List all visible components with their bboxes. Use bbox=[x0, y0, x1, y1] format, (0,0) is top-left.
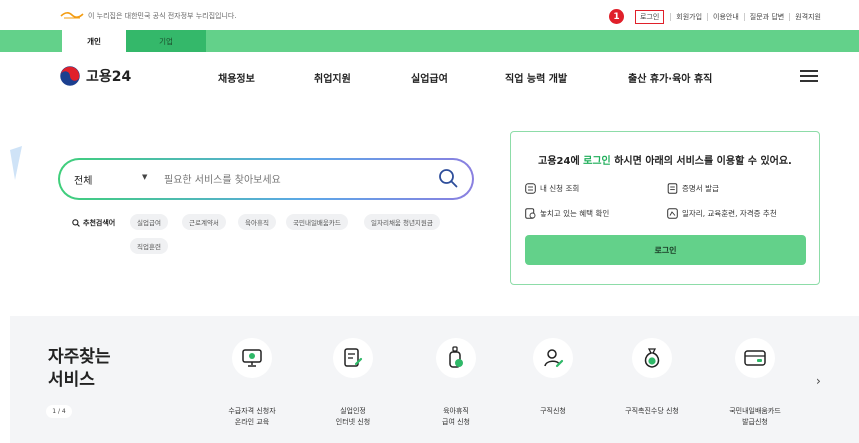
divider bbox=[707, 13, 709, 21]
menu-jobs[interactable]: 채용정보 bbox=[218, 70, 255, 85]
login-benefit-item: 증명서 발급 bbox=[667, 183, 719, 194]
keyword-chip[interactable]: 직업훈련 bbox=[130, 238, 168, 254]
brand-name: 고용24 bbox=[86, 69, 132, 85]
service-job-application[interactable]: 구직신청 bbox=[513, 338, 593, 417]
tab-business[interactable]: 기업 bbox=[126, 30, 206, 52]
search-scope-select[interactable]: 전체 bbox=[74, 172, 92, 187]
menu-unemployment-benefit[interactable]: 실업급여 bbox=[411, 70, 448, 85]
hamburger-menu-icon[interactable] bbox=[800, 70, 818, 82]
search-box: 전체 ▼ 필요한 서비스를 찾아보세요 bbox=[58, 158, 474, 200]
decorative-shape bbox=[10, 146, 22, 180]
keyword-chip[interactable]: 국민내일배움카드 bbox=[286, 214, 348, 230]
step-marker: 1 bbox=[609, 9, 624, 24]
login-card-title: 고용24에 로그인 하시면 아래의 서비스를 이용할 수 있어요. bbox=[538, 156, 792, 167]
login-benefit-item: 내 신청 조회 bbox=[525, 183, 579, 194]
frequent-services: 자주찾는 서비스 1 / 4 수급자격 신청자 온라인 교육 실업인정 인터넷 … bbox=[10, 316, 859, 443]
monitor-play-icon bbox=[242, 349, 262, 367]
keyword-chip[interactable]: 육아휴직 bbox=[238, 214, 276, 230]
login-card: 고용24에 로그인 하시면 아래의 서비스를 이용할 수 있어요. 내 신청 조… bbox=[510, 131, 820, 285]
search-input[interactable]: 필요한 서비스를 찾아보세요 bbox=[164, 171, 281, 186]
menu-vocational-training[interactable]: 직업 능력 개발 bbox=[505, 70, 567, 85]
benefit-check-icon bbox=[525, 208, 536, 219]
menu-employment-support[interactable]: 취업지원 bbox=[314, 70, 351, 85]
baby-bottle-icon bbox=[449, 346, 463, 368]
certificate-icon bbox=[667, 183, 678, 194]
search-icon bbox=[72, 219, 80, 227]
util-remote-link[interactable]: 원격지원 bbox=[795, 12, 821, 22]
caret-down-icon[interactable]: ▼ bbox=[142, 173, 147, 181]
keyword-chip[interactable]: 근로계약서 bbox=[182, 214, 226, 230]
login-button[interactable]: 로그인 bbox=[525, 235, 806, 265]
login-benefit-item: 놓치고 있는 혜택 확인 bbox=[525, 208, 609, 219]
gov-bar: 이 누리집은 대한민국 공식 전자정부 누리집입니다. 로그인 회원가입 이용안… bbox=[0, 0, 859, 30]
login-benefit-item: 일자리, 교육훈련, 자격증 추천 bbox=[667, 208, 777, 219]
keyword-chip[interactable]: 일자리채움 청년지원금 bbox=[364, 214, 440, 230]
recommended-title-label: 추천검색어 bbox=[83, 219, 116, 227]
services-pager: 1 / 4 bbox=[46, 405, 72, 418]
recommended-title: 추천검색어 bbox=[72, 218, 115, 228]
divider bbox=[670, 13, 672, 21]
taegeuk-logo-icon bbox=[60, 66, 80, 86]
card-icon bbox=[744, 350, 766, 366]
document-pen-icon bbox=[344, 348, 363, 367]
services-title: 자주찾는 서비스 bbox=[48, 347, 111, 390]
money-bag-icon bbox=[644, 348, 660, 368]
gov-notice: 이 누리집은 대한민국 공식 전자정부 누리집입니다. bbox=[88, 12, 237, 20]
person-pen-icon bbox=[544, 349, 564, 368]
brand-logo[interactable]: 고용24 bbox=[60, 66, 131, 86]
util-guide-link[interactable]: 이용안내 bbox=[713, 12, 739, 22]
util-qna-link[interactable]: 질문과 답변 bbox=[750, 12, 784, 22]
gov-emblem-icon bbox=[60, 12, 84, 19]
service-learning-card[interactable]: 국민내일배움카드 발급신청 bbox=[715, 338, 795, 427]
tab-personal[interactable]: 개인 bbox=[62, 30, 126, 52]
service-parental-leave-benefit[interactable]: 육아휴직 급여 신청 bbox=[416, 338, 496, 427]
util-nav: 로그인 회원가입 이용안내 질문과 답변 원격지원 bbox=[634, 10, 821, 24]
service-unemployment-recognition[interactable]: 실업인정 인터넷 신청 bbox=[313, 338, 393, 427]
service-online-education[interactable]: 수급자격 신청자 온라인 교육 bbox=[212, 338, 292, 427]
search-icon[interactable] bbox=[438, 168, 458, 188]
service-job-promotion-allowance[interactable]: 구직촉진수당 신청 bbox=[612, 338, 692, 417]
chevron-right-icon[interactable]: › bbox=[816, 374, 821, 388]
recommend-icon bbox=[667, 208, 678, 219]
divider bbox=[789, 13, 791, 21]
keyword-chip[interactable]: 실업급여 bbox=[130, 214, 168, 230]
divider bbox=[743, 13, 745, 21]
util-signup-link[interactable]: 회원가입 bbox=[676, 12, 702, 22]
list-icon bbox=[525, 183, 536, 194]
util-login-link[interactable]: 로그인 bbox=[634, 10, 665, 24]
menu-parental-leave[interactable]: 출산 휴가·육아 휴직 bbox=[628, 70, 712, 85]
main-nav: 고용24 채용정보 취업지원 실업급여 직업 능력 개발 출산 휴가·육아 휴직 bbox=[0, 52, 859, 100]
